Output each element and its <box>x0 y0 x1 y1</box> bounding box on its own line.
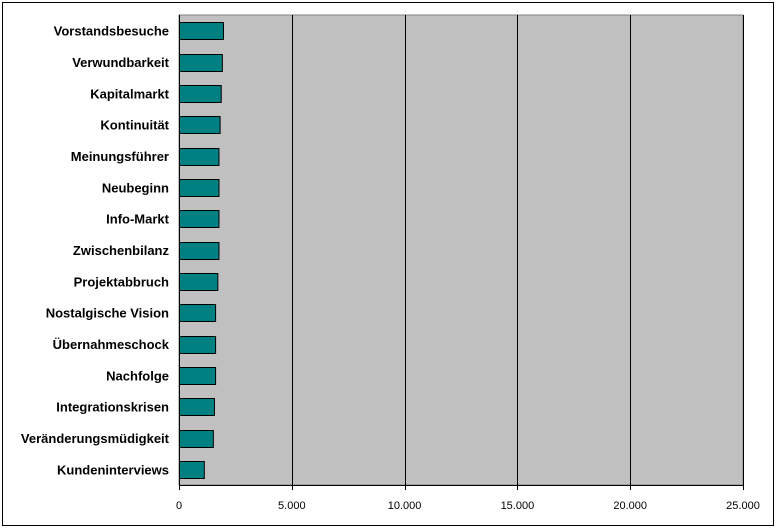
category-label-13: Veränderungsmüdigkeit <box>21 431 170 446</box>
bar-2 <box>179 85 222 103</box>
plot-area <box>178 14 744 486</box>
x-tick-label-3: 15.000 <box>501 500 535 512</box>
x-tick-label-1: 5.000 <box>278 500 306 512</box>
category-label-0: Vorstandsbesuche <box>54 24 169 39</box>
category-label-11: Nachfolge <box>106 368 169 383</box>
bar-9 <box>179 304 217 322</box>
bar-10 <box>179 336 217 354</box>
category-label-8: Projektabbruch <box>74 274 169 289</box>
category-label-10: Übernahmeschock <box>53 337 170 352</box>
category-label-9: Nostalgische Vision <box>46 306 169 321</box>
bar-6 <box>179 210 220 228</box>
bar-4 <box>179 148 220 166</box>
category-label-12: Integrationskrisen <box>56 400 169 415</box>
bar-1 <box>179 54 223 72</box>
bar-11 <box>179 367 217 385</box>
x-tick-label-5: 25.000 <box>726 500 760 512</box>
bar-7 <box>179 242 220 260</box>
category-label-14: Kundeninterviews <box>57 462 169 477</box>
bar-14 <box>179 461 205 479</box>
category-label-6: Info-Markt <box>106 212 170 227</box>
category-label-5: Neubeginn <box>102 180 169 195</box>
bar-13 <box>179 430 214 448</box>
category-label-2: Kapitalmarkt <box>90 86 169 101</box>
x-tick-label-2: 10.000 <box>388 500 422 512</box>
bar-3 <box>179 116 221 134</box>
bar-chart: Vorstandsbesuche Verwundbarkeit Kapitalmar… <box>21 14 760 512</box>
bar-5 <box>179 179 220 197</box>
category-label-3: Kontinuität <box>100 118 169 133</box>
category-label-7: Zwischenbilanz <box>73 243 170 258</box>
x-tick-label-0: 0 <box>176 500 182 512</box>
bar-12 <box>179 398 215 416</box>
category-label-1: Verwundbarkeit <box>72 55 169 70</box>
category-label-4: Meinungsführer <box>71 149 169 164</box>
bar-0 <box>179 22 224 40</box>
category-labels: Vorstandsbesuche Verwundbarkeit Kapitalmar… <box>21 24 170 478</box>
bar-8 <box>179 273 219 291</box>
x-tick-label-4: 20.000 <box>613 500 647 512</box>
